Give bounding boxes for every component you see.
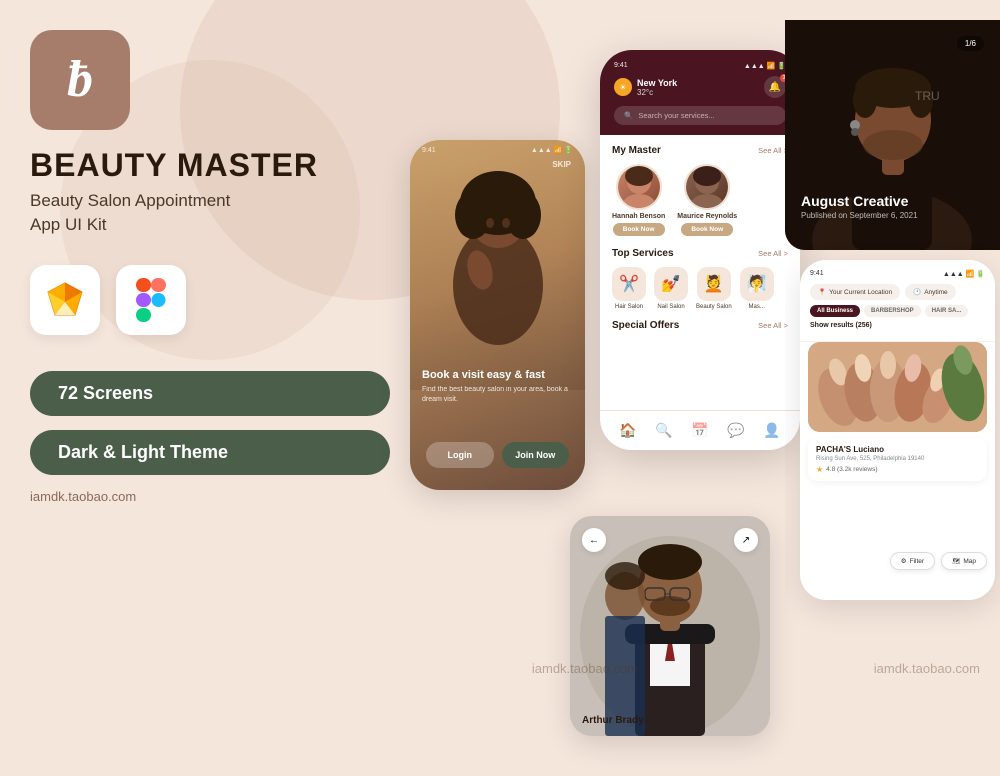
- watermark: iamdk.taobao.com: [30, 489, 390, 504]
- splash-buttons: Login Join Now: [426, 442, 569, 468]
- nail-icon: 💅: [654, 267, 688, 301]
- map-icon: 🗺: [952, 557, 960, 565]
- nav-chat-icon[interactable]: 💬: [727, 422, 744, 439]
- book-btn-2[interactable]: Book Now: [681, 223, 733, 236]
- bottom-nav: 🏠 🔍 📅 💬 👤: [600, 410, 800, 450]
- results-count: Show results (256): [810, 322, 985, 329]
- book-btn-1[interactable]: Book Now: [613, 223, 665, 236]
- app-title: BEAUTY MASTER: [30, 148, 390, 183]
- bell-icon[interactable]: 🔔 3: [764, 76, 786, 98]
- phone-bottom-master: ← ↗ Arthur Brady: [570, 516, 770, 736]
- nav-user-icon[interactable]: 👤: [763, 422, 780, 439]
- master-card-2: Maurice Reynolds Book Now: [677, 164, 737, 236]
- top-services-header: Top Services See All >: [612, 248, 788, 259]
- master-info-bar: Arthur Brady: [582, 715, 758, 726]
- join-button[interactable]: Join Now: [502, 442, 570, 468]
- tab-hair-salon[interactable]: HAIR SA...: [925, 305, 969, 317]
- filter-icon: ⚙: [901, 557, 907, 565]
- search-anytime-pill[interactable]: 🕐 Anytime: [905, 284, 956, 300]
- phones-area: 9:41 ▲▲▲ 📶 🔋 SKIP: [390, 20, 1000, 756]
- search-icon: 🔍: [624, 111, 633, 120]
- location-icon: 📍: [818, 288, 826, 296]
- figma-icon-box: [116, 265, 186, 335]
- sketch-icon-box: [30, 265, 100, 335]
- photo-counter: 1/6: [957, 36, 984, 51]
- phone-search-small: 9:41 ▲▲▲ 📶 🔋 📍 Your Current Location 🕐 A…: [800, 260, 995, 600]
- phone-main: 9:41 ▲▲▲ 📶 🔋 ☀ New York 32°c 🔔 3 🔍: [600, 50, 800, 450]
- master-avatar-1: [616, 164, 662, 210]
- splash-time-bar: 9:41 ▲▲▲ 📶 🔋: [422, 146, 573, 154]
- filter-bar: ⚙ Filter 🗺 Map: [808, 552, 987, 570]
- filter-chip[interactable]: ⚙ Filter: [890, 552, 935, 570]
- woman-figure: [410, 160, 585, 390]
- master-avatar-2: [684, 164, 730, 210]
- app-icon: ƀ: [30, 30, 130, 130]
- status-bar: 9:41 ▲▲▲ 📶 🔋: [614, 62, 786, 70]
- screens-badge: 72 Screens: [30, 371, 390, 416]
- tab-all-business[interactable]: All Business: [810, 305, 860, 317]
- main-phone-body: My Master See All > Hannah Ben: [600, 135, 800, 405]
- search-location-pill[interactable]: 📍 Your Current Location: [810, 284, 900, 300]
- hair-icon: ✂️: [612, 267, 646, 301]
- services-row: ✂️ Hair Salon 💅 Nail Salon 💆 Beauty Salo…: [612, 267, 788, 310]
- service-more: 🧖 Mas...: [740, 267, 774, 310]
- main-search-bar[interactable]: 🔍 Search your services...: [614, 106, 786, 125]
- service-hair: ✂️ Hair Salon: [612, 267, 646, 310]
- splash-text: Book a visit easy & fast Find the best b…: [422, 368, 573, 405]
- sun-icon: ☀: [614, 78, 632, 96]
- phones-right: TRU 1/6 August Creative Published on Sep…: [785, 20, 1000, 776]
- tools-row: [30, 265, 390, 335]
- nails-card: [808, 342, 987, 432]
- back-button[interactable]: ←: [582, 528, 606, 552]
- beauty-icon: 💆: [697, 267, 731, 301]
- tab-barbershop[interactable]: BARBERSHOP: [864, 305, 921, 317]
- master-card-1: Hannah Benson Book Now: [612, 164, 665, 236]
- title-area: BEAUTY MASTER Beauty Salon Appointment A…: [30, 148, 390, 237]
- stars-icon: ★: [816, 465, 823, 474]
- app-icon-letter: ƀ: [67, 54, 93, 106]
- map-chip[interactable]: 🗺 Map: [941, 552, 987, 570]
- service-beauty: 💆 Beauty Salon: [696, 267, 732, 310]
- photo-overlay-text: August Creative Published on September 6…: [801, 193, 984, 220]
- woman-silhouette: [428, 165, 568, 385]
- more-icon: 🧖: [740, 267, 774, 301]
- masters-row: Hannah Benson Book Now Maurice Re: [612, 164, 788, 236]
- salon-rating: ★ 4.8 (3.2k reviews): [816, 465, 979, 474]
- left-panel: ƀ BEAUTY MASTER Beauty Salon Appointment…: [30, 30, 390, 504]
- special-offers-header: Special Offers See All >: [612, 320, 788, 331]
- sketch-icon: [45, 280, 85, 320]
- nav-search-icon[interactable]: 🔍: [655, 422, 672, 439]
- search-filter-tabs: All Business BARBERSHOP HAIR SA...: [810, 305, 985, 317]
- main-phone-header: 9:41 ▲▲▲ 📶 🔋 ☀ New York 32°c 🔔 3 🔍: [600, 50, 800, 135]
- service-nail: 💅 Nail Salon: [654, 267, 688, 310]
- share-button[interactable]: ↗: [734, 528, 758, 552]
- svg-text:TRU: TRU: [915, 89, 940, 103]
- my-master-header: My Master See All >: [612, 145, 788, 156]
- salon-info-card: PACHA'S Luciano Rising Sun Ave, 525, Phi…: [808, 438, 987, 481]
- login-button[interactable]: Login: [426, 442, 494, 468]
- location-row: ☀ New York 32°c 🔔 3: [614, 76, 786, 98]
- figma-icon: [136, 278, 166, 322]
- nails-visual: [808, 342, 987, 432]
- app-subtitle: Beauty Salon Appointment App UI Kit: [30, 189, 390, 237]
- clock-icon: 🕐: [913, 288, 921, 296]
- nav-home-icon[interactable]: 🏠: [619, 422, 636, 439]
- search-location-row: 📍 Your Current Location 🕐 Anytime: [810, 284, 985, 300]
- photo-card-top: TRU 1/6 August Creative Published on Sep…: [785, 20, 1000, 250]
- nav-calendar-icon[interactable]: 📅: [691, 422, 708, 439]
- phone-splash: 9:41 ▲▲▲ 📶 🔋 SKIP: [410, 140, 585, 490]
- theme-badge: Dark & Light Theme: [30, 430, 390, 475]
